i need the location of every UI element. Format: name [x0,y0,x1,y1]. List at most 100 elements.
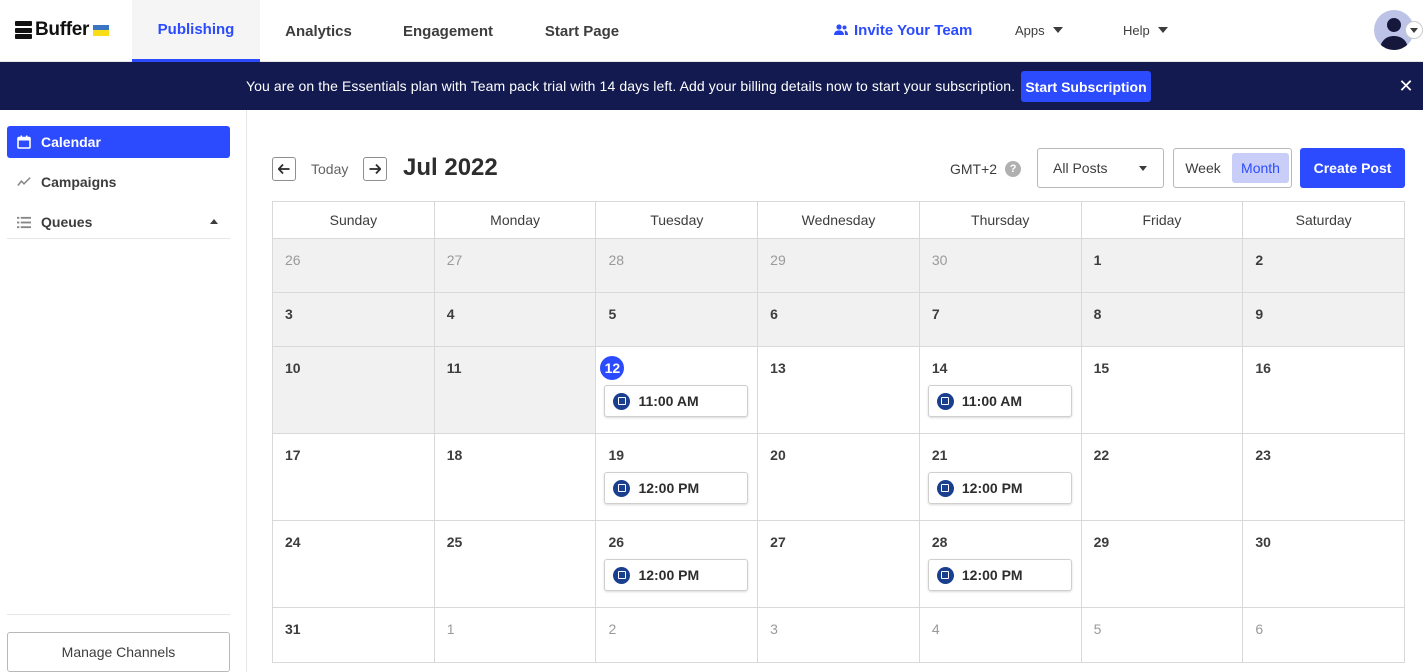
day-number: 25 [446,534,463,550]
account-menu-toggle[interactable] [1405,21,1423,39]
calendar-day-cell[interactable]: 25 [434,521,597,608]
calendar-day-cell[interactable]: 27 [434,239,597,293]
start-subscription-button[interactable]: Start Subscription [1021,71,1151,102]
help-menu[interactable]: Help [1123,19,1168,41]
calendar-day-cell[interactable]: 16 [1243,347,1406,434]
today-button[interactable]: Today [311,161,348,177]
calendar-day-cell[interactable]: 26 [273,239,435,293]
calendar-day-cell[interactable]: 7 [919,293,1082,347]
day-number: 22 [1093,447,1110,463]
calendar-day-cell[interactable]: 12 11:00 AM [596,347,759,434]
sidebar-item-calendar[interactable]: Calendar [7,126,230,158]
arrow-left-icon [278,164,290,174]
calendar-day-cell[interactable]: 28 [596,239,759,293]
calendar-day-cell[interactable]: 29 [758,239,920,293]
manage-channels-button[interactable]: Manage Channels [7,632,230,672]
help-circle-icon[interactable]: ? [1005,161,1022,177]
calendar-day-cell[interactable]: 8 [1081,293,1244,347]
chevron-up-icon [210,219,218,224]
scheduled-post[interactable]: 11:00 AM [927,385,1072,417]
calendar-day-cell[interactable]: 31 [273,608,435,663]
day-number: 20 [770,447,786,463]
linkedin-icon [613,479,631,497]
calendar-day-cell[interactable]: 21 12:00 PM [919,434,1082,521]
scheduled-post[interactable]: 12:00 PM [927,472,1072,504]
calendar-day-cell[interactable]: 2 [596,608,759,663]
week-view-button[interactable]: Week [1178,153,1228,183]
tab-publishing[interactable]: Publishing [132,0,260,62]
list-icon [17,215,31,229]
calendar-day-cell[interactable]: 20 [758,434,920,521]
calendar-day-cell[interactable]: 26 12:00 PM [596,521,759,608]
calendar-day-cell[interactable]: 1 [434,608,597,663]
scheduled-post[interactable]: 12:00 PM [604,559,749,591]
calendar-day-cell[interactable]: 4 [434,293,597,347]
tab-start-page[interactable]: Start Page [530,0,634,62]
calendar-week-row: 3 4 5 6 7 8 9 [273,293,1406,347]
day-number: 16 [1255,360,1271,376]
buffer-logo[interactable]: Buffer [15,19,110,41]
linkedin-icon [936,392,954,410]
calendar-day-cell[interactable]: 5 [1081,608,1244,663]
calendar-day-cell[interactable]: 5 [596,293,759,347]
linkedin-icon [936,566,954,584]
calendar-day-cell[interactable]: 17 [273,434,435,521]
day-number: 2 [608,621,617,637]
calendar-day-cell[interactable]: 3 [758,608,920,663]
calendar-day-cell[interactable]: 19 12:00 PM [596,434,759,521]
calendar-day-cell[interactable]: 4 [919,608,1082,663]
invite-team-link[interactable]: Invite Your Team [834,19,972,41]
day-number: 13 [770,360,786,376]
calendar-day-cell[interactable]: 3 [273,293,435,347]
day-number: 27 [770,534,786,550]
calendar-day-cell[interactable]: 15 [1081,347,1244,434]
day-number: 31 [285,621,301,637]
calendar-day-cell[interactable]: 22 [1081,434,1244,521]
arrow-right-icon [369,164,381,174]
day-number: 2 [1255,252,1264,268]
calendar-day-cell[interactable]: 18 [434,434,597,521]
calendar-day-cell[interactable]: 30 [1243,521,1406,608]
calendar-day-cell[interactable]: 6 [1243,608,1406,663]
calendar-day-cell[interactable]: 28 12:00 PM [919,521,1082,608]
scheduled-post[interactable]: 11:00 AM [604,385,749,417]
calendar-day-cell[interactable]: 6 [758,293,920,347]
calendar-day-cell[interactable]: 9 [1243,293,1406,347]
calendar-week-row: 26 27 28 29 30 1 2 [273,239,1406,293]
calendar-day-cell[interactable]: 29 [1081,521,1244,608]
calendar-day-cell[interactable]: 1 [1081,239,1244,293]
day-number: 5 [1093,621,1102,637]
day-number: 7 [931,306,940,322]
calendar-day-cell[interactable]: 30 [919,239,1082,293]
day-number: 15 [1093,360,1110,376]
scheduled-post[interactable]: 12:00 PM [927,559,1072,591]
calendar-day-cell[interactable]: 2 [1243,239,1406,293]
calendar-day-cell[interactable]: 27 [758,521,920,608]
month-view-button[interactable]: Month [1232,153,1289,183]
apps-menu[interactable]: Apps [1015,19,1063,41]
post-time: 11:00 AM [638,393,699,409]
day-number: 27 [446,252,463,268]
help-label: Help [1123,22,1150,38]
calendar-day-cell[interactable]: 11 [434,347,597,434]
sidebar-item-campaigns[interactable]: Campaigns [7,166,230,198]
close-icon[interactable]: ✕ [1397,77,1415,95]
calendar-day-cell[interactable]: 23 [1243,434,1406,521]
next-month-button[interactable] [363,157,387,181]
banner-message: You are on the Essentials plan with Team… [246,78,1016,94]
calendar-day-cell[interactable]: 24 [273,521,435,608]
tab-engagement[interactable]: Engagement [389,0,507,62]
calendar-day-cell[interactable]: 14 11:00 AM [919,347,1082,434]
previous-month-button[interactable] [272,157,296,181]
day-number: 30 [931,252,948,268]
day-number: 29 [770,252,786,268]
calendar-day-cell[interactable]: 13 [758,347,920,434]
calendar-day-cell[interactable]: 10 [273,347,435,434]
scheduled-post[interactable]: 12:00 PM [604,472,749,504]
posts-filter-select[interactable]: All Posts [1037,148,1164,188]
day-number: 19 [608,447,625,463]
linkedin-icon [936,479,954,497]
sidebar-item-queues[interactable]: Queues [7,206,230,238]
create-post-button[interactable]: Create Post [1300,148,1405,188]
tab-analytics[interactable]: Analytics [260,0,377,62]
